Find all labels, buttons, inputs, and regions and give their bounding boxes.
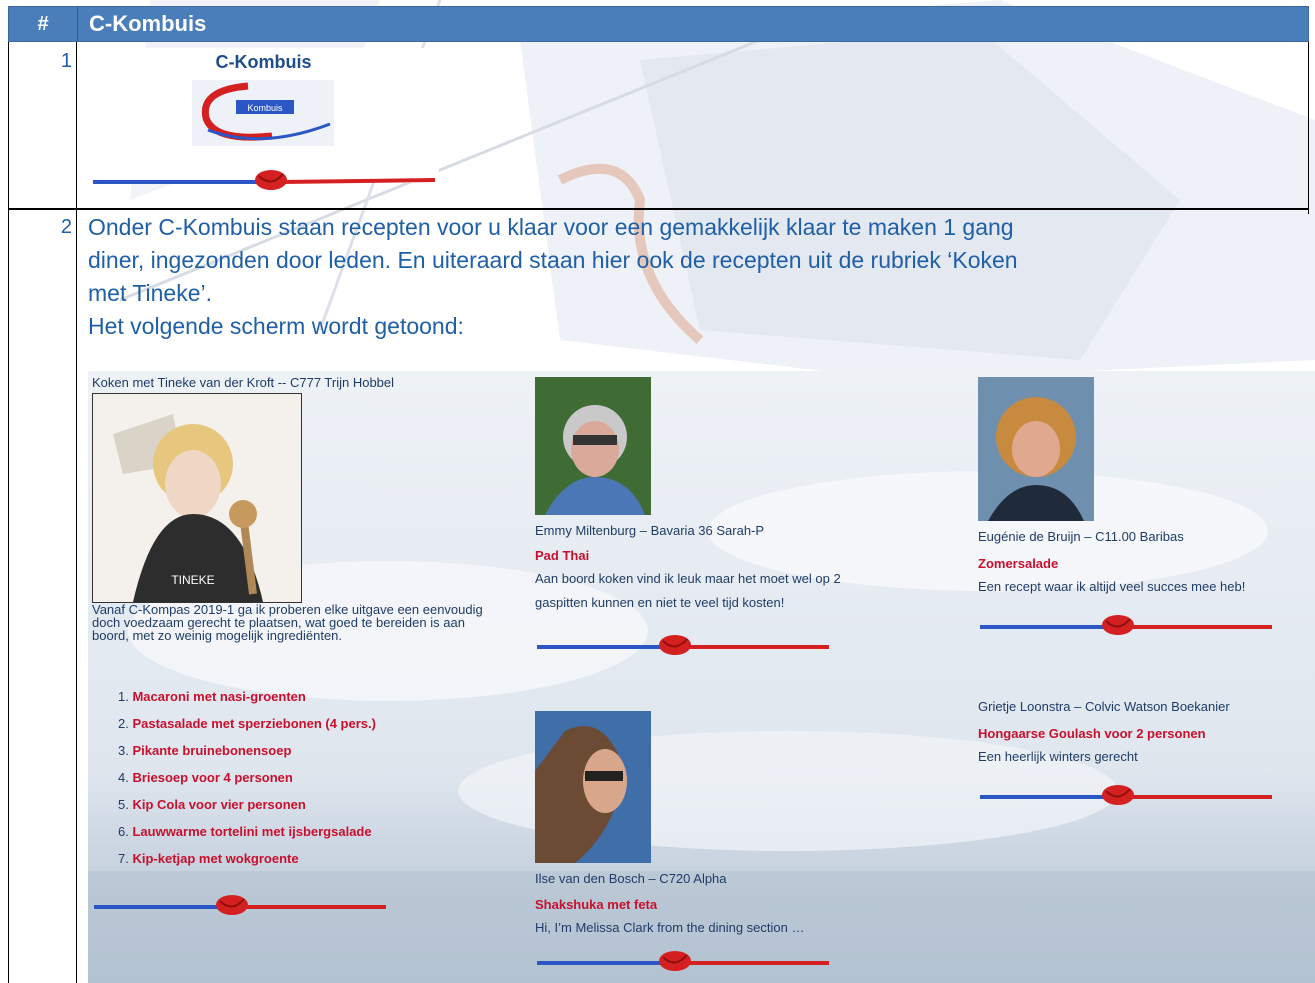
recipe-link[interactable]: Pikante bruinebonensoep bbox=[132, 743, 291, 758]
member-name: Ilse van den Bosch – C720 Alpha bbox=[535, 871, 727, 886]
eugenie-photo bbox=[978, 377, 1094, 521]
recipe-link[interactable]: Macaroni met nasi-groenten bbox=[132, 689, 305, 704]
list-item[interactable]: 2. Pastasalade met sperziebonen (4 pers.… bbox=[118, 710, 376, 737]
list-item[interactable]: 1. Macaroni met nasi-groenten bbox=[118, 683, 376, 710]
rope-divider bbox=[94, 895, 386, 915]
recipe-description: Hi, I’m Melissa Clark from the dining se… bbox=[535, 920, 805, 935]
logo-title: C-Kombuis bbox=[215, 52, 312, 72]
row-number: 2 bbox=[60, 216, 72, 238]
left-border bbox=[8, 42, 9, 983]
tineke-recipe-list: 1. Macaroni met nasi-groenten 2. Pastasa… bbox=[118, 683, 376, 872]
intro-line: Onder C-Kombuis staan recepten voor u kl… bbox=[88, 214, 1014, 240]
table-header: # C-Kombuis bbox=[8, 6, 1309, 42]
recipe-link[interactable]: Briesoep voor 4 personen bbox=[132, 770, 292, 785]
list-item[interactable]: 4. Briesoep voor 4 personen bbox=[118, 764, 376, 791]
recipe-link[interactable]: Pad Thai bbox=[535, 548, 589, 563]
column-divider bbox=[76, 42, 77, 983]
rope-divider bbox=[537, 635, 829, 655]
website-screenshot: Koken met Tineke van der Kroft -- C777 T… bbox=[88, 371, 1315, 983]
intro-line: met Tineke’. bbox=[88, 280, 212, 306]
member-name: Emmy Miltenburg – Bavaria 36 Sarah-P bbox=[535, 523, 765, 538]
logo-mark: Kombuis bbox=[192, 80, 334, 146]
recipe-link[interactable]: Shakshuka met feta bbox=[535, 897, 657, 912]
tineke-paragraph: Vanaf C-Kompas 2019-1 ga ik proberen elk… bbox=[92, 602, 483, 643]
rope-divider bbox=[980, 615, 1272, 635]
list-item[interactable]: 5. Kip Cola voor vier personen bbox=[118, 791, 376, 818]
recipe-link[interactable]: Hongaarse Goulash voor 2 personen bbox=[978, 726, 1206, 741]
list-item[interactable]: 7. Kip-ketjap met wokgroente bbox=[118, 845, 376, 872]
member-name: Eugénie de Bruijn – C11.00 Baribas bbox=[978, 529, 1184, 544]
row-divider bbox=[8, 208, 1309, 210]
rope-divider bbox=[980, 785, 1272, 805]
tineke-photo: TINEKE bbox=[92, 393, 302, 603]
right-border bbox=[1308, 42, 1309, 214]
header-hash: # bbox=[9, 7, 78, 41]
intro-line: Het volgende scherm wordt getoond: bbox=[88, 313, 464, 339]
list-item[interactable]: 6. Lauwwarme tortelini met ijsbergsalade bbox=[118, 818, 376, 845]
intro-line: diner, ingezonden door leden. En uiteraa… bbox=[88, 247, 1018, 273]
recipe-description: Aan boord koken vind ik leuk maar het mo… bbox=[535, 571, 841, 610]
tineke-heading[interactable]: Koken met Tineke van der Kroft -- C777 T… bbox=[92, 375, 394, 390]
recipe-description: Een recept waar ik altijd veel succes me… bbox=[978, 579, 1246, 594]
svg-text:Kombuis: Kombuis bbox=[247, 103, 283, 113]
ckombuis-logo: C-Kombuis Kombuis bbox=[88, 48, 439, 190]
list-item[interactable]: 3. Pikante bruinebonensoep bbox=[118, 737, 376, 764]
recipe-link[interactable]: Lauwwarme tortelini met ijsbergsalade bbox=[132, 824, 371, 839]
svg-text:TINEKE: TINEKE bbox=[171, 573, 214, 587]
rope-divider bbox=[93, 170, 436, 190]
member-name: Grietje Loonstra – Colvic Watson Boekani… bbox=[978, 699, 1230, 714]
recipe-link[interactable]: Zomersalade bbox=[978, 556, 1058, 571]
recipe-link[interactable]: Kip Cola voor vier personen bbox=[132, 797, 305, 812]
ilse-photo bbox=[535, 711, 651, 863]
header-title: C-Kombuis bbox=[89, 11, 207, 36]
intro-text: Onder C-Kombuis staan recepten voor u kl… bbox=[88, 211, 1303, 343]
emmy-photo bbox=[535, 377, 651, 515]
recipe-description: Een heerlijk winters gerecht bbox=[978, 749, 1138, 764]
recipe-link[interactable]: Kip-ketjap met wokgroente bbox=[132, 851, 298, 866]
rope-divider bbox=[537, 951, 829, 971]
recipe-link[interactable]: Pastasalade met sperziebonen (4 pers.) bbox=[132, 716, 375, 731]
row-number: 1 bbox=[60, 50, 72, 72]
